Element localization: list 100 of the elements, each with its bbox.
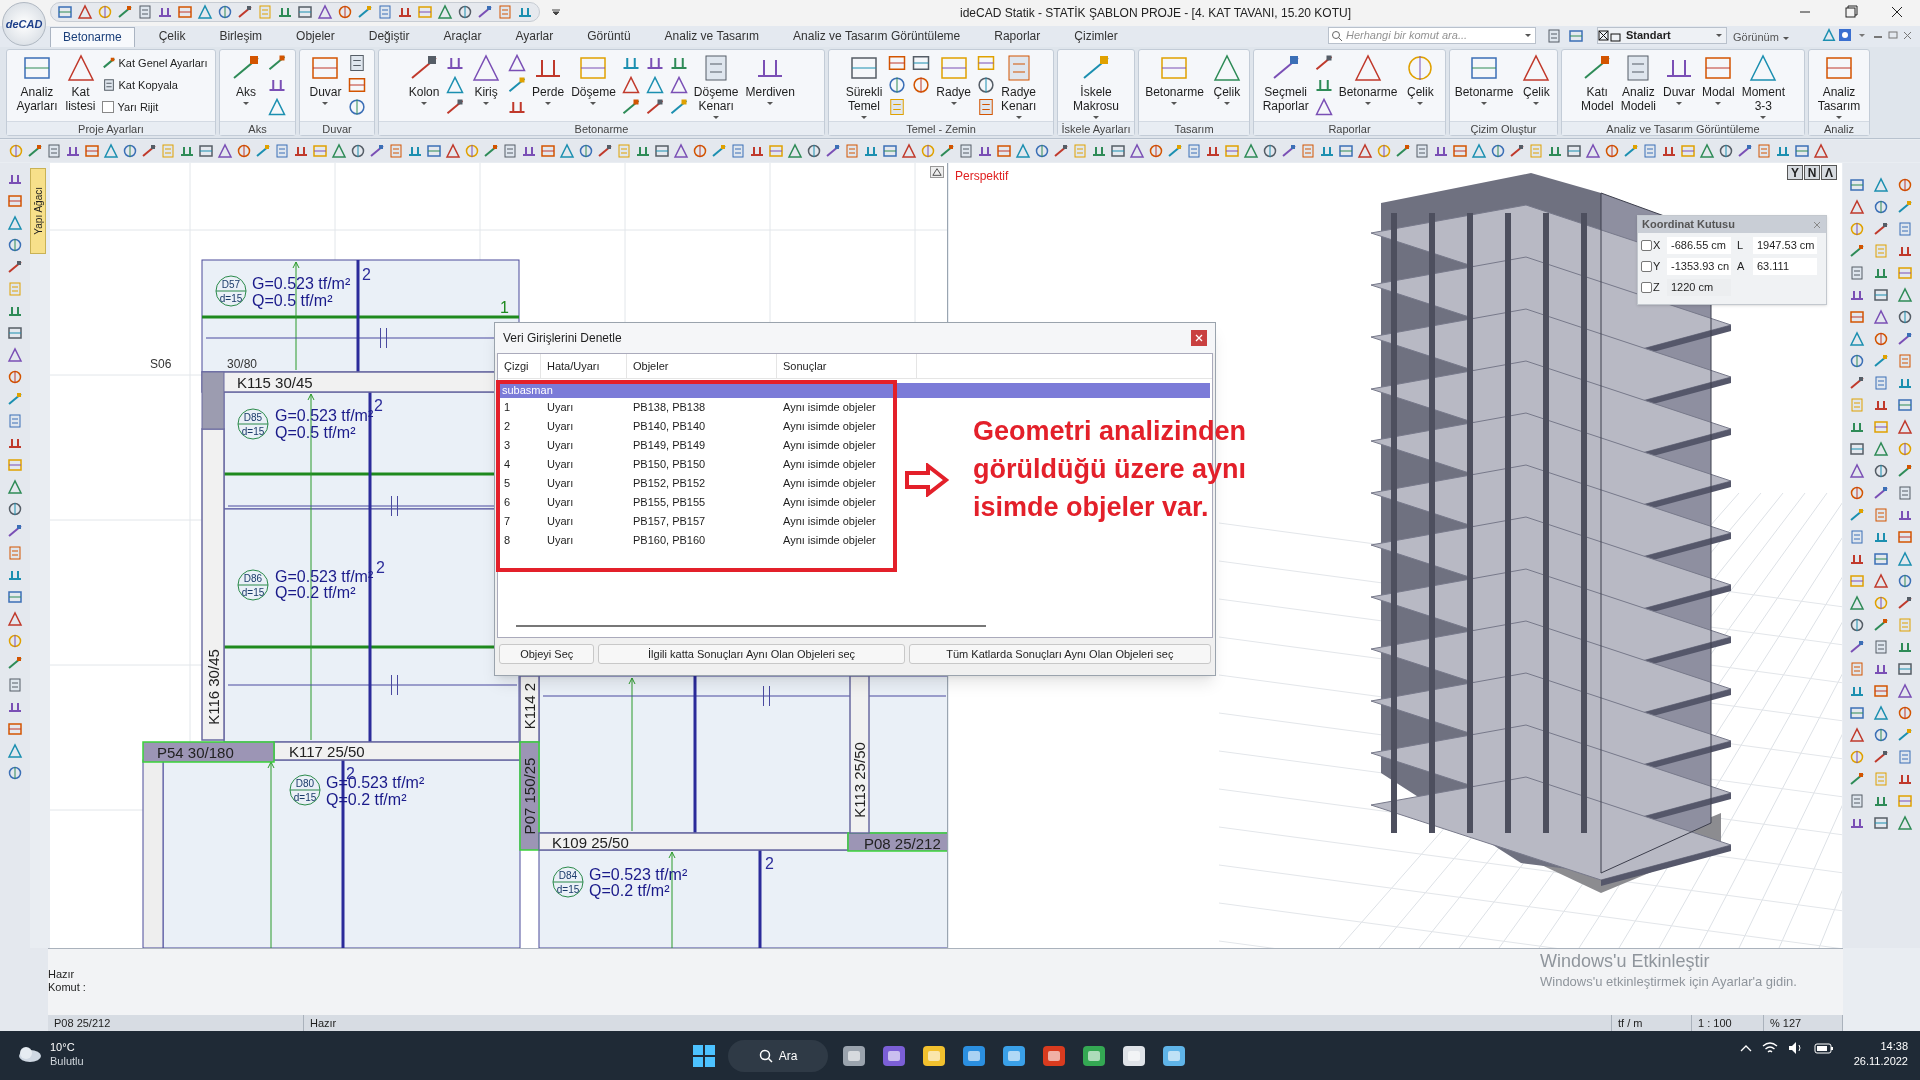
close-icon[interactable]: [1812, 219, 1822, 230]
customize-icon[interactable]: [551, 7, 561, 17]
toolbar-icon[interactable]: [1873, 595, 1889, 611]
ribbon-button[interactable]: Döşeme Kenarı: [691, 52, 741, 120]
toolbar-icon[interactable]: [1897, 397, 1913, 413]
toolbar-icon[interactable]: [141, 143, 157, 159]
tool-icon[interactable]: [976, 75, 996, 95]
toolbar-icon[interactable]: [7, 479, 23, 495]
toolbar-icon[interactable]: [7, 765, 23, 781]
tool-icon[interactable]: [1313, 53, 1334, 73]
toolbar-icon[interactable]: [1849, 771, 1865, 787]
toolbar-icon[interactable]: [1873, 441, 1889, 457]
search-field[interactable]: Herhangi bir komut ara...: [1328, 27, 1536, 44]
tool-icon[interactable]: [911, 53, 932, 73]
tool-icon[interactable]: [911, 75, 932, 95]
ribbon-tab[interactable]: Analiz ve Tasarım Görüntüleme: [783, 27, 971, 47]
caret-icon[interactable]: [949, 101, 958, 106]
ribbon-button[interactable]: Merdiven: [743, 52, 797, 106]
volume-icon[interactable]: [1788, 1041, 1804, 1055]
toolbar-icon[interactable]: [1873, 177, 1889, 193]
toolbar-icon[interactable]: [1604, 143, 1620, 159]
toolbar-icon[interactable]: [1873, 199, 1889, 215]
toolbar-icon[interactable]: [57, 4, 73, 20]
toolbar-icon[interactable]: [1873, 309, 1889, 325]
toolbar-icon[interactable]: [882, 143, 898, 159]
toolbar-icon[interactable]: [1376, 143, 1392, 159]
toolbar-icon[interactable]: [1897, 573, 1913, 589]
ribbon-button[interactable]: Kat listesi: [62, 52, 99, 113]
ribbon-button[interactable]: Döşeme: [569, 52, 618, 106]
view-menu[interactable]: Görünüm: [1733, 29, 1779, 46]
tool-icon[interactable]: [1822, 28, 1838, 42]
toolbar-icon[interactable]: [1849, 221, 1865, 237]
toolbar-icon[interactable]: [1897, 463, 1913, 479]
toolbar-icon[interactable]: [1849, 243, 1865, 259]
toolbar-icon[interactable]: [1357, 143, 1373, 159]
ribbon-button[interactable]: Duvar: [307, 52, 344, 106]
toolbar-icon[interactable]: [920, 143, 936, 159]
toolbar-icon[interactable]: [7, 347, 23, 363]
toolbar-icon[interactable]: [297, 4, 313, 20]
ribbon-button[interactable]: İskele Makrosu: [1071, 52, 1121, 120]
ribbon-button[interactable]: Kat Kopyala: [101, 75, 208, 95]
close-button[interactable]: [1191, 330, 1207, 346]
dialog-button[interactable]: İlgili katta Sonuçları Aynı Olan Objeleri seç: [598, 644, 905, 664]
axis-checkbox[interactable]: X: [1641, 236, 1667, 254]
ribbon-tab[interactable]: Değiştir: [358, 27, 420, 47]
tool-icon[interactable]: [976, 97, 996, 117]
toolbar-icon[interactable]: [7, 523, 23, 539]
style-dropdown[interactable]: Standart: [1597, 27, 1727, 44]
toolbar-icon[interactable]: [1129, 143, 1145, 159]
caret-icon[interactable]: [1675, 101, 1683, 106]
toolbar-icon[interactable]: [597, 143, 613, 159]
toolbar-icon[interactable]: [1718, 143, 1734, 159]
toolbar-icon[interactable]: [1873, 331, 1889, 347]
toolbar-icon[interactable]: [1873, 727, 1889, 743]
toolbar-icon[interactable]: [1897, 309, 1913, 325]
toolbar-icon[interactable]: [559, 143, 575, 159]
tool-icon[interactable]: [267, 97, 287, 117]
toolbar-icon[interactable]: [1873, 353, 1889, 369]
caret-icon[interactable]: [420, 101, 429, 106]
tool-icon[interactable]: [668, 97, 689, 117]
caret-icon[interactable]: [1480, 101, 1488, 106]
caret-icon[interactable]: [1715, 33, 1723, 38]
toolbar-icon[interactable]: [350, 143, 366, 159]
coordinate-field[interactable]: -686.55 cm: [1667, 236, 1731, 254]
toolbar-icon[interactable]: [337, 4, 353, 20]
side-tab[interactable]: Yapı Ağacı: [30, 168, 46, 254]
axis-checkbox[interactable]: Z: [1641, 278, 1667, 296]
toolbar-icon[interactable]: [787, 143, 803, 159]
toolbar-icon[interactable]: [1873, 485, 1889, 501]
ribbon-button[interactable]: Seçmeli Raporlar: [1260, 52, 1311, 113]
toolbar-icon[interactable]: [654, 143, 670, 159]
toolbar-icon[interactable]: [1897, 727, 1913, 743]
column-header[interactable]: Hata/Uyarı: [541, 353, 627, 379]
toolbar-icon[interactable]: [1849, 375, 1865, 391]
ribbon-button[interactable]: Betonarme: [1143, 52, 1206, 106]
toolbar-icon[interactable]: [7, 655, 23, 671]
view-button[interactable]: Λ: [1821, 165, 1837, 180]
toolbar-icon[interactable]: [1699, 143, 1715, 159]
caret-icon[interactable]: [1222, 101, 1231, 106]
caret-icon[interactable]: [321, 101, 330, 106]
group-row[interactable]: subasman: [500, 383, 1210, 398]
caret-icon[interactable]: [1364, 101, 1372, 106]
caret-icon[interactable]: [1524, 33, 1532, 38]
tool-icon[interactable]: [507, 75, 528, 95]
toolbar-icon[interactable]: [426, 143, 442, 159]
layers-icon[interactable]: [1568, 28, 1586, 44]
toolbar-icon[interactable]: [7, 369, 23, 385]
toolbar-icon[interactable]: [1849, 353, 1865, 369]
toolbar-icon[interactable]: [1897, 441, 1913, 457]
toolbar-icon[interactable]: [1897, 529, 1913, 545]
toolbar-icon[interactable]: [1873, 683, 1889, 699]
tool-icon[interactable]: [1313, 97, 1334, 117]
toolbar-icon[interactable]: [939, 143, 955, 159]
tool-icon[interactable]: [445, 97, 466, 117]
toolbar-icon[interactable]: [1167, 143, 1183, 159]
toolbar-icon[interactable]: [7, 391, 23, 407]
battery-icon[interactable]: [1814, 1042, 1834, 1054]
toolbar-icon[interactable]: [901, 143, 917, 159]
toolbar-icon[interactable]: [217, 4, 233, 20]
toolbar-icon[interactable]: [1873, 815, 1889, 831]
